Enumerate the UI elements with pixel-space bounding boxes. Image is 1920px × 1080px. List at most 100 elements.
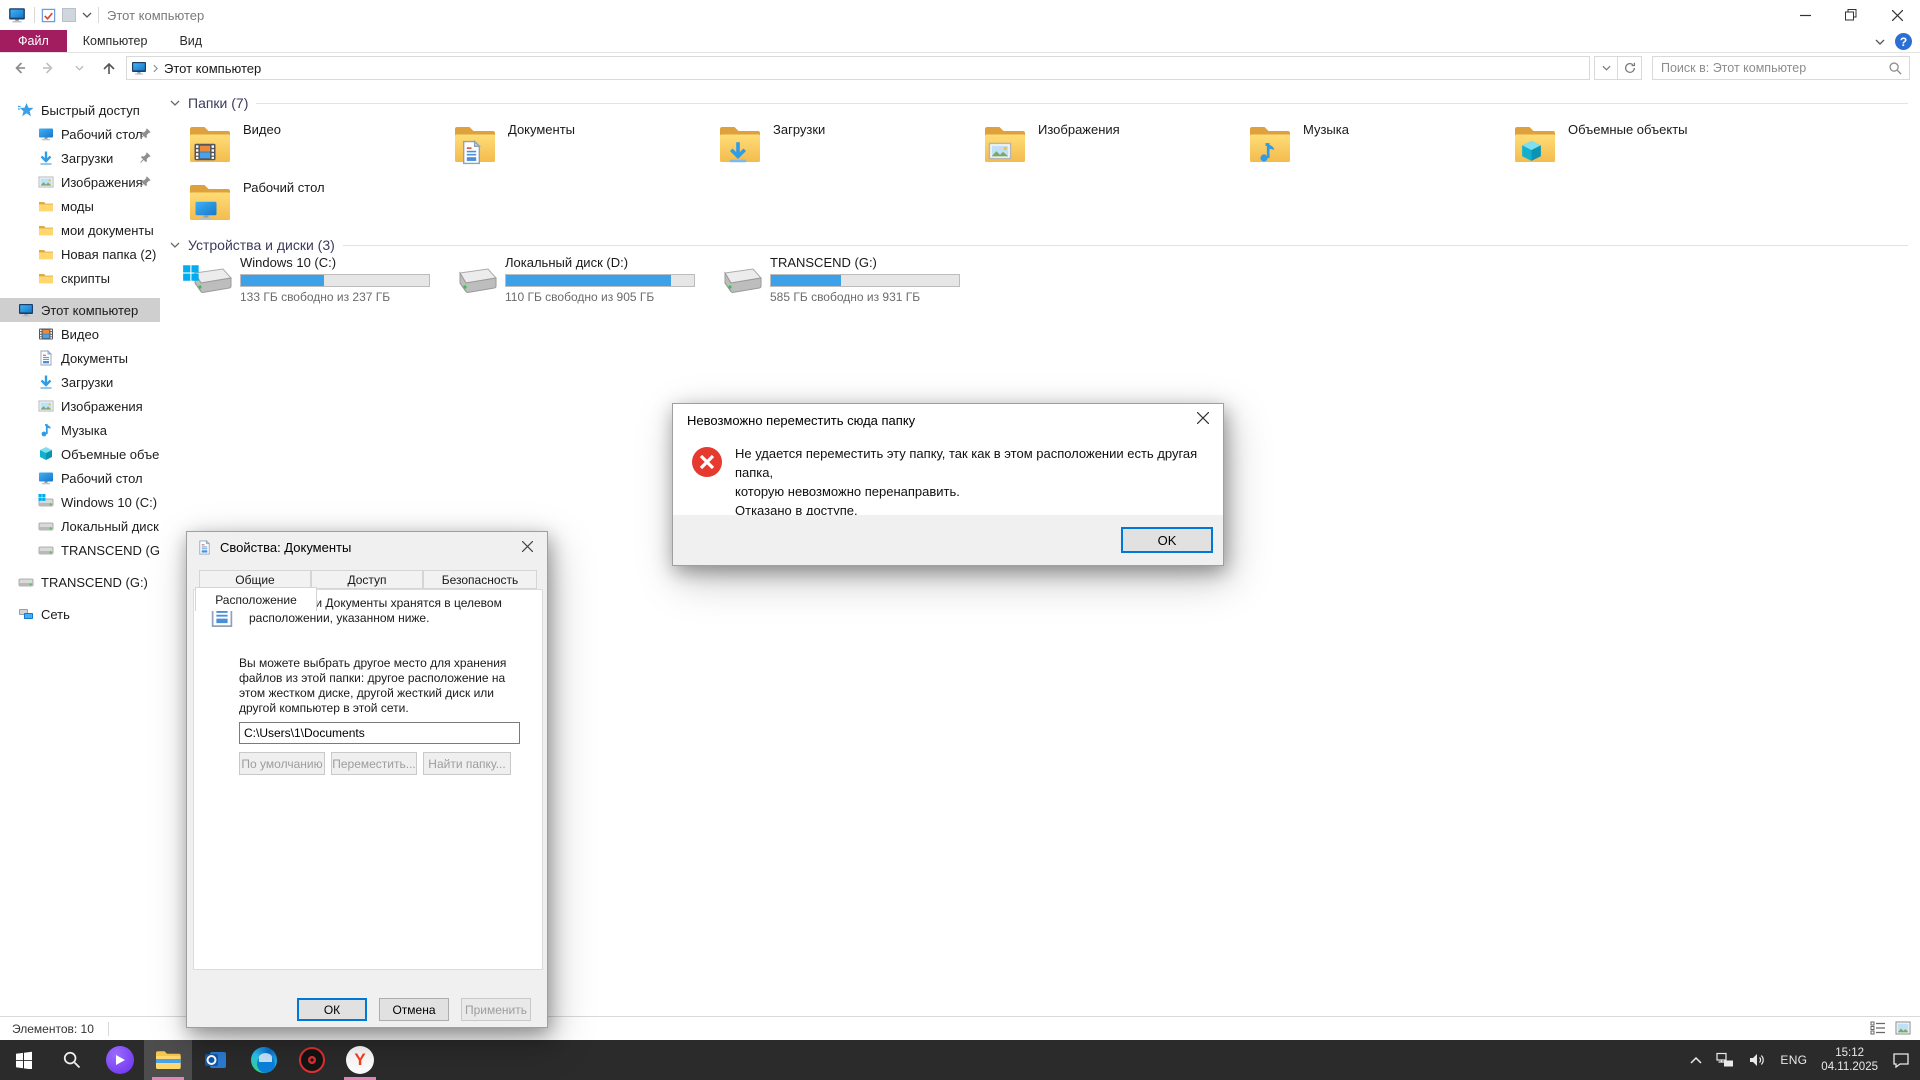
network-icon (18, 606, 34, 622)
edge-icon (251, 1047, 277, 1073)
move-button[interactable]: Переместить... (331, 752, 417, 775)
large-icons-view-icon[interactable] (1894, 1020, 1912, 1036)
folders-group-header[interactable]: Папки (7) (170, 93, 1908, 113)
qat-newfolder-icon[interactable] (62, 8, 76, 22)
restore-default-button[interactable]: По умолчанию (239, 752, 325, 775)
tab-security[interactable]: Безопасность (423, 570, 537, 589)
sidebar-item-desktop[interactable]: Рабочий стол (0, 466, 160, 490)
folder-tile-videos[interactable]: Видео (186, 119, 451, 173)
sidebar-item-moi-dokumenty[interactable]: мои документы (0, 218, 160, 242)
folder-tile-3d-objects[interactable]: Объемные объекты (1511, 119, 1776, 173)
collapse-chevron-icon[interactable] (170, 242, 180, 248)
sidebar-item-drive-g[interactable]: TRANSCEND (G:) (0, 538, 160, 562)
sidebar-item-network[interactable]: Сеть (0, 602, 160, 626)
error-close-button[interactable] (1183, 404, 1223, 432)
find-target-button[interactable]: Найти папку... (423, 752, 511, 775)
qat-customize-chevron-icon[interactable] (82, 12, 92, 18)
volume-icon[interactable] (1748, 1052, 1766, 1068)
capacity-bar (240, 274, 430, 287)
sidebar-item-transcend-root[interactable]: TRANSCEND (G:) (0, 570, 160, 594)
start-button[interactable] (0, 1040, 48, 1080)
sidebar-item-this-pc[interactable]: Этот компьютер (0, 298, 160, 322)
close-button[interactable] (1874, 0, 1920, 30)
drive-icon (451, 265, 499, 301)
folder-tile-pictures[interactable]: Изображения (981, 119, 1246, 173)
sidebar-item-mody[interactable]: моды (0, 194, 160, 218)
explorer-app-icon (8, 6, 26, 24)
action-center-icon[interactable] (1892, 1052, 1910, 1068)
sidebar-item-pictures[interactable]: Изображения (0, 394, 160, 418)
drives-group-header[interactable]: Устройства и диски (3) (170, 235, 1908, 255)
qat-properties-icon[interactable] (41, 8, 56, 23)
search-box[interactable] (1652, 56, 1910, 80)
sidebar-item-pictures-pinned[interactable]: Изображения (0, 170, 160, 194)
error-ok-button[interactable]: OK (1121, 527, 1213, 553)
drive-tile-c[interactable]: Windows 10 (C:) 133 ГБ свободно из 237 Г… (186, 255, 451, 309)
network-tray-icon[interactable] (1716, 1052, 1734, 1068)
cube-overlay-icon (1519, 139, 1544, 164)
properties-ok-button[interactable]: ОК (297, 998, 367, 1021)
sidebar-item-videos[interactable]: Видео (0, 322, 160, 346)
sidebar-item-downloads-pinned[interactable]: Загрузки (0, 146, 160, 170)
drive-tile-d[interactable]: Локальный диск (D:) 110 ГБ свободно из 9… (451, 255, 716, 309)
sidebar-item-downloads[interactable]: Загрузки (0, 370, 160, 394)
file-explorer-button[interactable] (144, 1040, 192, 1080)
ribbon-expand-chevron-icon[interactable] (1875, 39, 1885, 45)
details-view-icon[interactable] (1870, 1020, 1886, 1036)
folder-tile-downloads[interactable]: Загрузки (716, 119, 981, 173)
search-icon[interactable] (1888, 61, 1903, 76)
outlook-button[interactable] (192, 1040, 240, 1080)
help-icon[interactable]: ? (1895, 33, 1912, 50)
minimize-button[interactable] (1782, 0, 1828, 30)
folder-tile-music[interactable]: Музыка (1246, 119, 1511, 173)
breadcrumb[interactable]: Этот компьютер (126, 56, 1590, 80)
alice-assistant-button[interactable] (96, 1040, 144, 1080)
search-input[interactable] (1653, 57, 1909, 79)
tab-sharing[interactable]: Доступ (311, 570, 423, 589)
folder-tile-desktop[interactable]: Рабочий стол (186, 177, 451, 231)
sidebar-item-3d-objects[interactable]: Объемные объекты (0, 442, 160, 466)
address-dropdown-button[interactable] (1594, 56, 1618, 80)
sidebar-item-drive-c[interactable]: Windows 10 (C:) (0, 490, 160, 514)
sidebar-item-quick-access[interactable]: Быстрый доступ (0, 98, 160, 122)
ribbon-tab-file[interactable]: Файл (0, 30, 67, 52)
capacity-bar (505, 274, 695, 287)
tray-expand-chevron-icon[interactable] (1690, 1057, 1702, 1064)
red-app-button[interactable] (288, 1040, 336, 1080)
properties-cancel-button[interactable]: Отмена (379, 998, 449, 1021)
recent-locations-chevron-icon[interactable] (66, 56, 92, 80)
tab-location[interactable]: Расположение (195, 587, 317, 611)
sidebar-item-desktop-pinned[interactable]: Рабочий стол (0, 122, 160, 146)
sidebar-item-skripty[interactable]: скрипты (0, 266, 160, 290)
location-path-input[interactable] (240, 723, 519, 743)
location-path-field[interactable] (239, 722, 520, 744)
date: 04.11.2025 (1821, 1060, 1878, 1074)
ribbon-tab-view[interactable]: Вид (163, 30, 218, 52)
properties-close-button[interactable] (507, 532, 547, 560)
folder-tile-documents[interactable]: Документы (451, 119, 716, 173)
collapse-chevron-icon[interactable] (170, 100, 180, 106)
restore-button[interactable] (1828, 0, 1874, 30)
explorer-titlebar: Этот компьютер (0, 0, 1920, 30)
language-indicator[interactable]: ENG (1780, 1053, 1807, 1067)
back-button[interactable] (6, 56, 32, 80)
up-button[interactable] (96, 56, 122, 80)
clock[interactable]: 15:12 04.11.2025 (1821, 1046, 1878, 1074)
forward-button[interactable] (36, 56, 62, 80)
location-description-text: Вы можете выбрать другое место для хране… (239, 656, 527, 716)
breadcrumb-location[interactable]: Этот компьютер (164, 61, 261, 76)
sidebar-item-drive-d[interactable]: Локальный диск (D:) (0, 514, 160, 538)
taskbar-search-button[interactable] (48, 1040, 96, 1080)
sidebar-item-novaya-papka[interactable]: Новая папка (2) (0, 242, 160, 266)
yandex-browser-button[interactable]: Y (336, 1040, 384, 1080)
windows-flag-icon (38, 493, 46, 501)
properties-apply-button[interactable]: Применить (461, 998, 531, 1021)
edge-button[interactable] (240, 1040, 288, 1080)
refresh-button[interactable] (1618, 56, 1642, 80)
sidebar-item-music[interactable]: Музыка (0, 418, 160, 442)
sidebar-item-documents[interactable]: Документы (0, 346, 160, 370)
location-tab-page: Файлы папки Документы хранятся в целевом… (193, 589, 543, 970)
items-count: Элементов: 10 (12, 1022, 94, 1036)
drive-tile-g[interactable]: TRANSCEND (G:) 585 ГБ свободно из 931 ГБ (716, 255, 981, 309)
ribbon-tab-computer[interactable]: Компьютер (67, 30, 164, 52)
